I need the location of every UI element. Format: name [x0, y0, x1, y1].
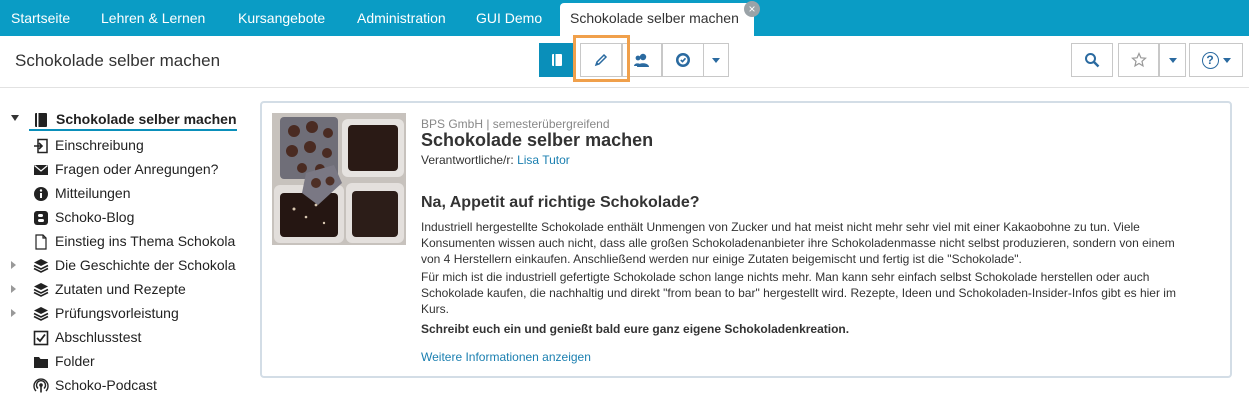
active-node-underline [29, 129, 237, 131]
tab-startseite[interactable]: Startseite [11, 0, 70, 36]
tree-item-mitteilungen[interactable]: Mitteilungen [0, 182, 240, 206]
tree-item-label: Folder [55, 353, 95, 369]
mail-icon [34, 165, 48, 175]
tree-item-label: Prüfungsvorleistung [55, 305, 179, 321]
book-icon [552, 54, 562, 66]
description-paragraph-1: Industriell hergestellte Schokolade enth… [421, 220, 1175, 266]
tree-item-fragen[interactable]: Fragen oder Anregungen? [0, 158, 240, 182]
tab-kursangebote[interactable]: Kursangebote [238, 0, 325, 36]
tab-course-active[interactable]: Schokolade selber machen [560, 3, 754, 36]
tree-item-label: Schoko-Podcast [55, 377, 157, 393]
more-info-link[interactable]: Weitere Informationen anzeigen [421, 350, 591, 364]
assessment-button[interactable] [662, 43, 704, 77]
course-headline: Na, Appetit auf richtige Schokolade? [421, 194, 700, 211]
course-tools-dropdown[interactable] [703, 43, 729, 77]
course-view-button[interactable] [539, 43, 575, 77]
chocolate-image [272, 113, 406, 245]
chevron-down-icon [1222, 57, 1231, 63]
help-icon: ? [1201, 51, 1219, 69]
chevron-down-icon [1168, 57, 1177, 63]
star-icon [1130, 52, 1147, 68]
course-title: Schokolade selber machen [421, 130, 654, 150]
podcast-icon [33, 378, 49, 393]
enroll-icon [34, 138, 48, 154]
help-dropdown[interactable]: ? [1189, 43, 1243, 77]
tree-item-einschreibung[interactable]: Einschreibung [0, 134, 240, 158]
tree-item-folder[interactable]: Folder [0, 350, 240, 374]
description-paragraph-2: Für mich ist die industriell gefertigte … [421, 270, 1176, 316]
tab-lehren-lernen[interactable]: Lehren & Lernen [101, 0, 205, 36]
page-title: Schokolade selber machen [15, 51, 221, 70]
tree-item-zutaten[interactable]: Zutaten und Rezepte [0, 278, 240, 302]
expand-icon[interactable] [11, 285, 16, 293]
tree-item-geschichte[interactable]: Die Geschichte der Schokola [0, 254, 240, 278]
tree-item-einstieg[interactable]: Einstieg ins Thema Schokola [0, 230, 240, 254]
users-icon [634, 53, 649, 67]
search-button[interactable] [1071, 43, 1113, 77]
tree-item-label: Abschlusstest [55, 329, 142, 345]
tab-administration[interactable]: Administration [357, 0, 446, 36]
edit-button-highlight [573, 35, 630, 82]
blog-icon [34, 211, 48, 225]
bookmark-dropdown[interactable] [1159, 43, 1186, 77]
tab-gui-demo[interactable]: GUI Demo [476, 0, 542, 36]
info-icon [34, 187, 48, 201]
responsible-link[interactable]: Lisa Tutor [517, 153, 570, 167]
bookmark-button[interactable] [1118, 43, 1159, 77]
badge-icon [676, 53, 690, 67]
close-tab-icon[interactable]: × [744, 1, 760, 17]
help-glyph: ? [1206, 53, 1214, 67]
course-thumbnail [272, 113, 406, 245]
search-icon [1085, 53, 1100, 68]
folder-icon [34, 357, 48, 368]
course-responsible: Verantwortliche/r: Lisa Tutor [421, 153, 570, 167]
tree-item-label: Fragen oder Anregungen? [55, 161, 219, 177]
book-icon [35, 113, 47, 127]
page-icon [35, 234, 47, 250]
expand-icon[interactable] [11, 261, 16, 269]
stack-icon [33, 307, 49, 321]
chevron-down-icon [712, 57, 720, 63]
tree-item-label: Einschreibung [55, 137, 144, 153]
tree-item-label: Die Geschichte der Schokola [55, 257, 236, 273]
tree-item-label: Einstieg ins Thema Schokola [55, 233, 236, 249]
tree-item-abschlusstest[interactable]: Abschlusstest [0, 326, 240, 350]
description-paragraph-3: Schreibt euch ein und genießt bald eure … [421, 322, 850, 336]
tree-item-pruefung[interactable]: Prüfungsvorleistung [0, 302, 240, 326]
tree-root-label: Schokolade selber machen [56, 111, 237, 127]
tree-item-label: Mitteilungen [55, 185, 131, 201]
stack-icon [33, 283, 49, 297]
tree-item-blog[interactable]: Schoko-Blog [0, 206, 240, 230]
responsible-label: Verantwortliche/r: [421, 153, 514, 167]
tree-item-label: Schoko-Blog [55, 209, 135, 225]
checkbox-icon [33, 330, 49, 346]
course-meta: BPS GmbH | semesterübergreifend [421, 117, 610, 131]
stack-icon [33, 259, 49, 273]
top-navigation: Startseite Lehren & Lernen Kursangebote … [0, 0, 1249, 36]
expand-icon[interactable] [11, 309, 16, 317]
tree-item-label: Zutaten und Rezepte [55, 281, 186, 297]
tree-item-podcast[interactable]: Schoko-Podcast [0, 374, 240, 394]
